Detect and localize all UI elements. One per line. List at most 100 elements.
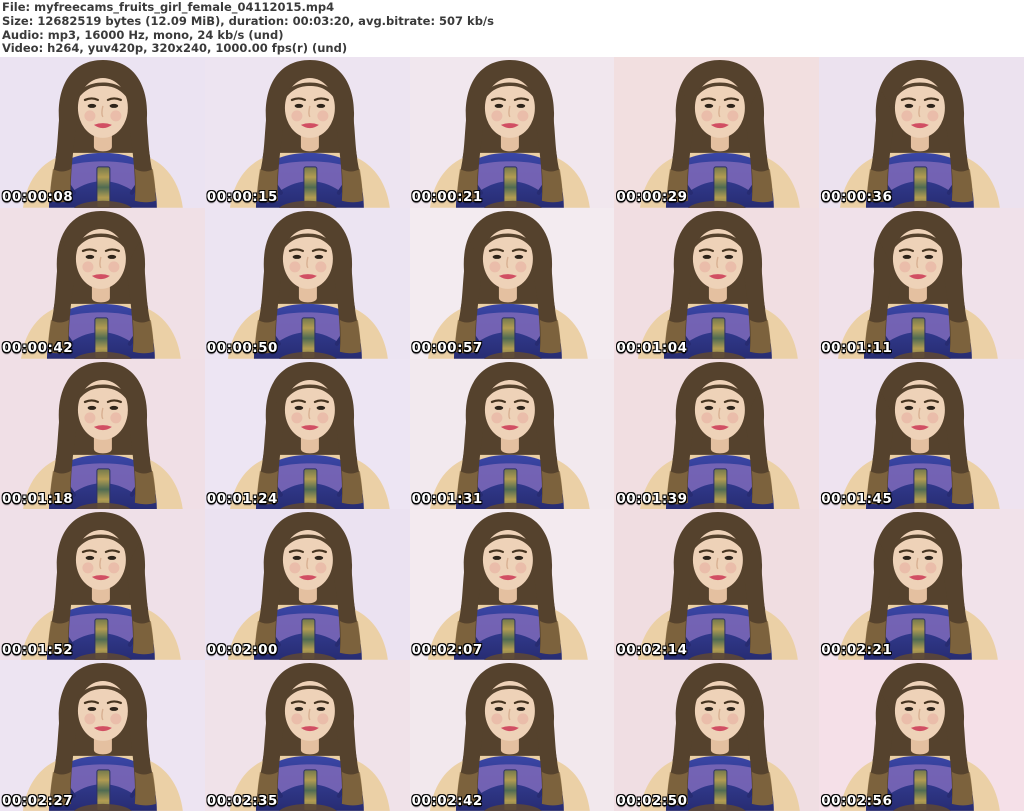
webcam-frame-illustration — [20, 210, 181, 359]
hair-tips-right — [339, 621, 361, 655]
cheek-right — [927, 412, 939, 424]
cheek-right — [514, 261, 526, 273]
cheek-left — [84, 713, 96, 725]
eye-right — [314, 254, 323, 259]
person-figure — [229, 663, 390, 811]
cheek-left — [291, 110, 303, 122]
webcam-frame-illustration — [229, 361, 390, 510]
timestamp-overlay: 00:01:18 — [2, 490, 74, 507]
eye-right — [316, 405, 325, 410]
hair-tips-right — [541, 772, 563, 806]
cheek-left — [899, 261, 911, 273]
person-figure — [640, 663, 801, 811]
eye-right — [924, 254, 934, 259]
cheek-right — [927, 713, 939, 725]
video-thumbnail: 00:00:29 — [614, 57, 820, 208]
timestamp-overlay: 00:02:07 — [411, 641, 483, 658]
eye-right — [516, 405, 525, 410]
cheek-right — [317, 110, 329, 122]
eye-left — [87, 707, 97, 712]
eye-right — [724, 254, 734, 259]
eye-right — [516, 707, 525, 712]
eye-left — [705, 405, 714, 410]
person-figure — [429, 59, 590, 208]
cheek-right — [110, 412, 122, 424]
cheek-right — [725, 562, 737, 574]
person-figure — [429, 663, 590, 811]
cheek-right — [317, 412, 329, 424]
eye-left — [294, 405, 303, 410]
eye-left — [85, 254, 95, 259]
eye-left — [294, 103, 303, 108]
webcam-frame-illustration — [427, 210, 588, 359]
person-figure — [227, 210, 388, 359]
timestamp-overlay: 00:01:45 — [821, 490, 893, 507]
timestamp-overlay: 00:01:11 — [821, 340, 893, 357]
cheek-right — [927, 110, 939, 122]
cheek-right — [317, 713, 329, 725]
eye-left — [87, 103, 97, 108]
video-thumbnail: 00:00:57 — [409, 207, 615, 359]
webcam-frame-illustration — [838, 210, 999, 359]
webcam-frame-illustration — [429, 663, 590, 811]
eye-left — [902, 556, 912, 561]
person-figure — [22, 59, 183, 208]
cheek-right — [514, 562, 526, 574]
video-thumbnail: 00:01:24 — [204, 358, 410, 510]
hair-tips-right — [541, 470, 563, 504]
webcam-frame-illustration — [640, 59, 801, 208]
timestamp-overlay: 00:01:24 — [206, 490, 278, 507]
webcam-frame-illustration — [640, 361, 801, 510]
video-thumbnail: 00:02:27 — [0, 660, 205, 811]
cheek-left — [701, 412, 713, 424]
cheek-left — [701, 713, 713, 725]
webcam-frame-illustration — [22, 59, 183, 208]
file-info-line: File: myfreecams_fruits_girl_female_0411… — [2, 0, 335, 14]
cheek-left — [701, 110, 713, 122]
video-thumbnail: 00:02:07 — [409, 509, 615, 661]
person-figure — [427, 512, 588, 661]
timestamp-overlay: 00:00:50 — [206, 340, 278, 357]
person-figure — [838, 210, 999, 359]
webcam-frame-illustration — [227, 512, 388, 661]
webcam-frame-illustration — [638, 512, 799, 661]
eye-left — [705, 707, 714, 712]
eye-left — [494, 405, 503, 410]
hair-tips-right — [341, 168, 363, 203]
thumbnail-grid: 00:00:08 00:00:15 00:00:21 00:00:29 00:0… — [0, 57, 1024, 811]
hair-tips-right — [952, 168, 974, 203]
audio-info-line: Audio: mp3, 16000 Hz, mono, 24 kb/s (und… — [2, 27, 284, 42]
person-figure — [840, 663, 1001, 811]
eye-left — [492, 254, 501, 259]
cheek-right — [725, 261, 737, 273]
timestamp-overlay: 00:02:21 — [821, 641, 893, 658]
video-thumbnail: 00:02:50 — [614, 660, 820, 811]
timestamp-overlay: 00:02:50 — [616, 792, 688, 809]
cheek-left — [84, 412, 96, 424]
cheek-left — [84, 110, 96, 122]
person-figure — [229, 59, 390, 208]
cheek-left — [291, 412, 303, 424]
video-thumbnail: 00:02:00 — [204, 509, 410, 661]
hair-tips-right — [134, 168, 156, 203]
timestamp-overlay: 00:02:14 — [616, 641, 688, 658]
timestamp-overlay: 00:00:15 — [206, 189, 278, 206]
eye-left — [294, 707, 303, 712]
hair-tips-right — [950, 621, 972, 655]
webcam-frame-illustration — [429, 361, 590, 510]
hair-tips-right — [750, 621, 772, 655]
timestamp-overlay: 00:01:39 — [616, 490, 688, 507]
person-figure — [640, 361, 801, 510]
eye-right — [316, 103, 325, 108]
video-thumbnail: 00:02:14 — [614, 509, 820, 661]
hair-tips-right — [950, 319, 972, 354]
cheek-right — [110, 713, 122, 725]
video-thumbnail: 00:00:08 — [0, 57, 205, 208]
webcam-frame-illustration — [840, 59, 1001, 208]
cheek-left — [82, 261, 94, 273]
video-thumbnail: 00:01:52 — [0, 509, 205, 661]
hair-tips-right — [132, 319, 154, 354]
cheek-right — [727, 713, 739, 725]
eye-right — [726, 707, 736, 712]
eye-right — [926, 103, 936, 108]
